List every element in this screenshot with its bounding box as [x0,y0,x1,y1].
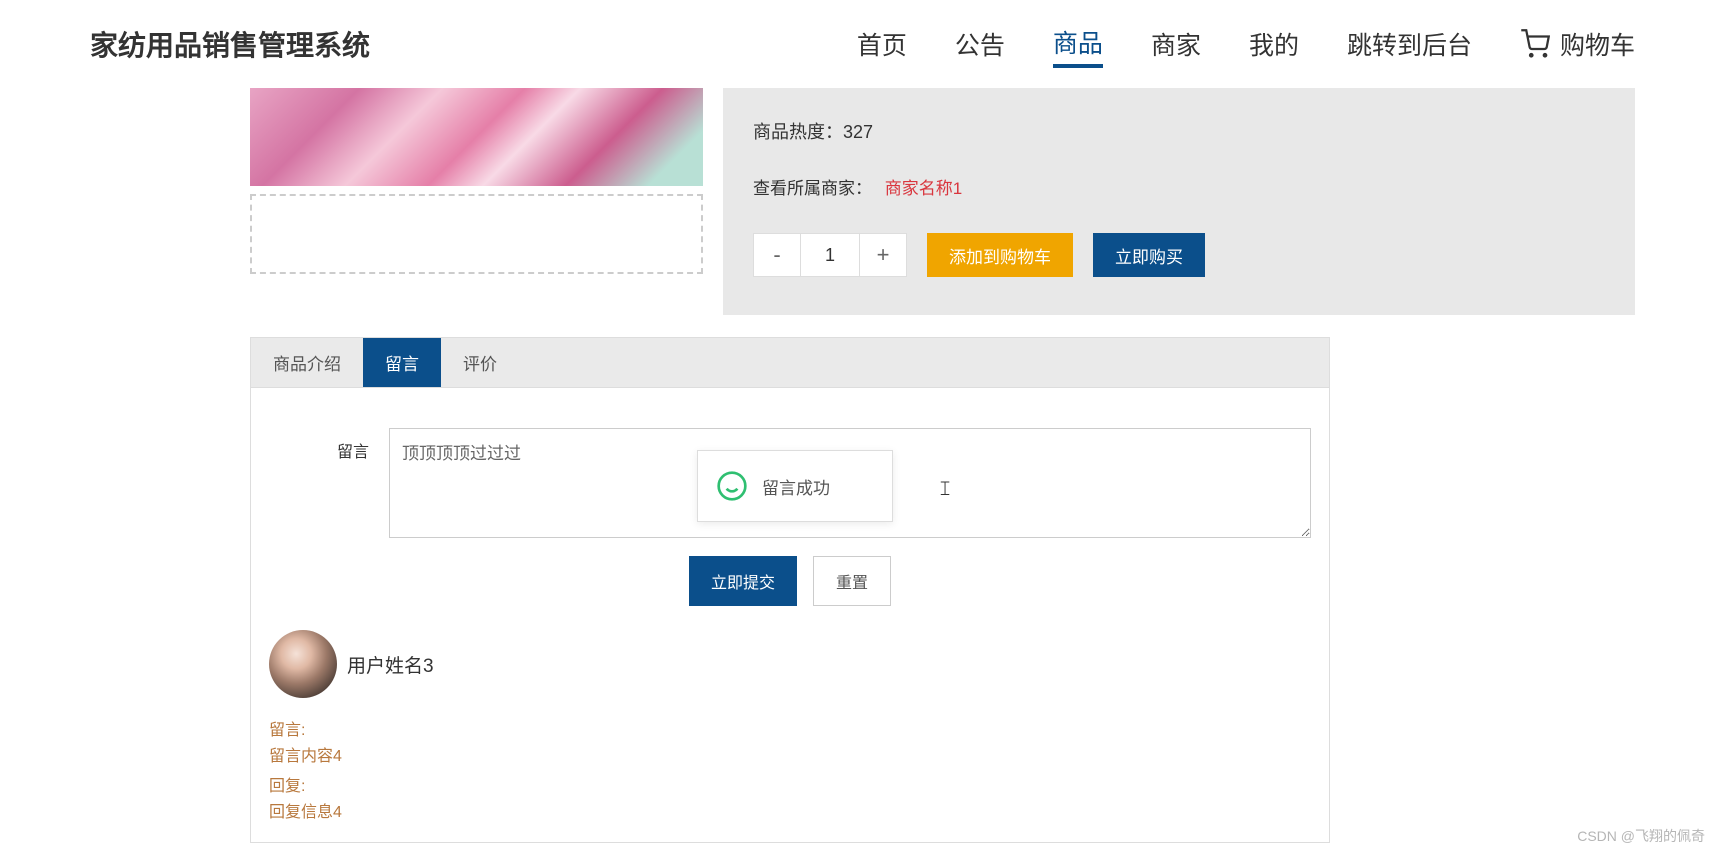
message-form-label: 留言 [269,428,369,462]
nav: 首页 公告 商品 商家 我的 跳转到后台 购物车 [857,20,1635,68]
product-heat-value: 327 [843,122,873,142]
header: 家纺用品销售管理系统 首页 公告 商品 商家 我的 跳转到后台 购物车 [0,0,1725,88]
product-image [250,88,703,186]
nav-merchants[interactable]: 商家 [1151,22,1201,66]
merchant-row: 查看所属商家： 商家名称1 [753,174,1605,199]
smile-icon [716,470,748,502]
comment-reply-label: 回复: [269,772,1311,796]
cart-icon [1520,29,1550,59]
cart-link[interactable]: 购物车 [1520,26,1635,62]
quantity-plus-button[interactable]: + [859,233,907,277]
tabs-header: 商品介绍 留言 评价 [250,337,1330,388]
comment-user-row: 用户姓名3 [269,630,1311,698]
product-info-panel: 商品热度：327 查看所属商家： 商家名称1 - + 添加到购物车 立即购买 [723,88,1635,315]
tab-messages[interactable]: 留言 [363,338,441,387]
tab-intro[interactable]: 商品介绍 [251,338,363,387]
nav-mine[interactable]: 我的 [1249,22,1299,66]
cart-label: 购物车 [1560,26,1635,62]
watermark: CSDN @飞翔的佩奇 [1577,826,1705,846]
comment-block: 用户姓名3 留言: 留言内容4 回复: 回复信息4 [269,630,1311,822]
quantity-minus-button[interactable]: - [753,233,801,277]
comment-message-text: 留言内容4 [269,742,1311,766]
product-heat: 商品热度：327 [753,118,1605,144]
comment-message-label: 留言: [269,716,1311,740]
product-tabs-section: 商品介绍 留言 评价 留言 顶顶顶顶过过过 立即提交 重置 用户姓名3 留言: … [250,337,1330,843]
product-thumbnail-strip [250,194,703,274]
tab-reviews[interactable]: 评价 [441,338,519,387]
product-image-column [250,88,703,315]
avatar [269,630,337,698]
product-content: 商品热度：327 查看所属商家： 商家名称1 - + 添加到购物车 立即购买 [0,88,1725,315]
nav-home[interactable]: 首页 [857,22,907,66]
nav-admin[interactable]: 跳转到后台 [1347,22,1472,66]
toast-success: 留言成功 [697,450,893,522]
message-form-buttons: 立即提交 重置 [269,556,1311,606]
submit-button[interactable]: 立即提交 [689,556,797,606]
merchant-label: 查看所属商家： [753,179,872,198]
toast-text: 留言成功 [762,474,830,499]
quantity-stepper: - + [753,233,907,277]
add-to-cart-button[interactable]: 添加到购物车 [927,233,1073,277]
quantity-input[interactable] [801,233,859,277]
comment-reply-text: 回复信息4 [269,798,1311,822]
product-action-row: - + 添加到购物车 立即购买 [753,233,1605,277]
product-heat-label: 商品热度： [753,122,843,142]
nav-announcement[interactable]: 公告 [955,22,1005,66]
buy-now-button[interactable]: 立即购买 [1093,233,1205,277]
text-cursor-icon: 𝙸 [938,478,952,501]
reset-button[interactable]: 重置 [813,556,891,606]
nav-products[interactable]: 商品 [1053,20,1103,68]
merchant-name-link[interactable]: 商家名称1 [885,179,962,198]
comment-username: 用户姓名3 [347,651,434,678]
site-title: 家纺用品销售管理系统 [90,24,370,64]
